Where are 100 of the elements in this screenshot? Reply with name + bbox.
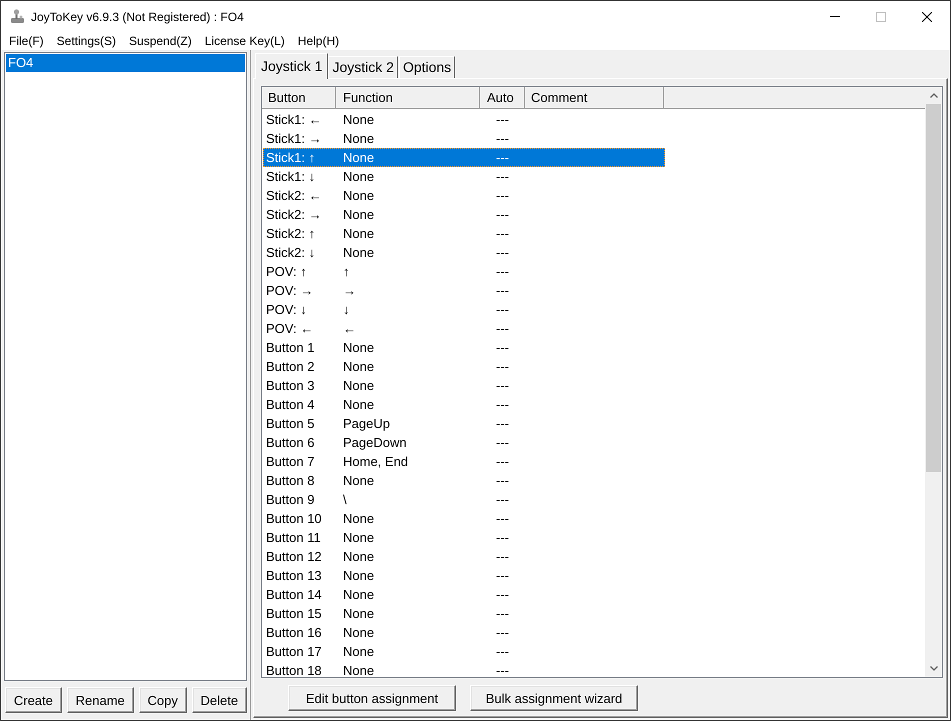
table-row[interactable]: Button 1 None ---: [263, 338, 665, 357]
table-row[interactable]: POV: ↓ ↓ ---: [263, 300, 665, 319]
table-cell-text: None: [342, 206, 376, 224]
scrollbar-thumb[interactable]: [926, 104, 941, 472]
table-cell-text: Stick1: ↓: [265, 168, 316, 186]
table-cell-text: Button 16: [265, 624, 323, 642]
tab[interactable]: Options: [398, 56, 456, 78]
table-cell-text: ↓: [342, 301, 350, 319]
table-row[interactable]: Button 12 None ---: [263, 547, 665, 566]
push-button[interactable]: Edit button assignment: [288, 685, 456, 711]
table-row[interactable]: Button 16 None ---: [263, 623, 665, 642]
table-cell-text: Button 18: [265, 662, 323, 677]
table-cell-text: POV: ↓: [265, 301, 308, 319]
table-cell-text: None: [342, 662, 376, 677]
table-row[interactable]: Stick2: → None ---: [263, 205, 665, 224]
tab[interactable]: Joystick 2: [328, 56, 398, 78]
scrollbar[interactable]: [925, 87, 942, 677]
table-cell-text: ---: [495, 643, 510, 661]
table-cell-text: None: [342, 339, 376, 357]
chevron-down-icon[interactable]: [930, 666, 938, 671]
table-cell-text: Button 13: [265, 567, 323, 585]
push-button[interactable]: Rename: [66, 687, 134, 713]
joystick-icon: [10, 9, 25, 24]
window-title: JoyToKey v6.9.3 (Not Registered) : FO4: [31, 8, 244, 26]
table-cell-text: ---: [495, 415, 510, 433]
table-row[interactable]: Button 15 None ---: [263, 604, 665, 623]
table-row[interactable]: Button 14 None ---: [263, 585, 665, 604]
table-row[interactable]: Button 18 None ---: [263, 661, 665, 677]
table-row[interactable]: Stick1: ← None ---: [263, 110, 665, 129]
table-cell-text: ---: [495, 206, 510, 224]
table-cell-text: None: [342, 586, 376, 604]
table-row[interactable]: POV: ↑ ↑ ---: [263, 262, 665, 281]
push-button[interactable]: Create: [5, 687, 62, 713]
table-cell-text: Button 9: [265, 491, 316, 509]
table-cell-text: POV: →: [265, 282, 314, 300]
table-cell-text: ---: [495, 244, 510, 262]
table-cell-text: None: [342, 567, 376, 585]
menu-item[interactable]: Suspend(Z): [126, 32, 195, 50]
maximize-icon[interactable]: [876, 12, 886, 22]
table-row[interactable]: Button 3 None ---: [263, 376, 665, 395]
table-cell-text: None: [342, 225, 376, 243]
table-row[interactable]: Button 17 None ---: [263, 642, 665, 661]
table-cell-text: Stick1: →: [265, 130, 323, 148]
close-icon[interactable]: [922, 12, 932, 22]
table-cell-text: Button 10: [265, 510, 323, 528]
push-button[interactable]: Delete: [192, 687, 247, 713]
table-row[interactable]: Stick2: ↑ None ---: [263, 224, 665, 243]
table-cell-text: Button 2: [265, 358, 316, 376]
push-button[interactable]: Copy: [138, 687, 187, 713]
column-header[interactable]: Comment: [525, 87, 664, 108]
table-row[interactable]: Button 9 \ ---: [263, 490, 665, 509]
table-row[interactable]: POV: ← ← ---: [263, 319, 665, 338]
table-cell-text: ---: [495, 282, 510, 300]
table-row[interactable]: Button 8 None ---: [263, 471, 665, 490]
table-row[interactable]: Button 11 None ---: [263, 528, 665, 547]
table-cell-text: ---: [495, 358, 510, 376]
menu-item[interactable]: File(F): [6, 32, 47, 50]
table-cell-text: Stick2: ←: [265, 187, 323, 205]
table-row[interactable]: Stick1: ↓ None ---: [263, 167, 665, 186]
table-cell-text: ---: [495, 567, 510, 585]
table-row[interactable]: Button 10 None ---: [263, 509, 665, 528]
table-cell-text: PageDown: [342, 434, 408, 452]
table-cell-text: ---: [495, 225, 510, 243]
table-cell-text: Button 4: [265, 396, 316, 414]
table-row[interactable]: Stick2: ← None ---: [263, 186, 665, 205]
table-cell-text: →: [342, 282, 357, 300]
table-row[interactable]: Stick1: → None ---: [263, 129, 665, 148]
table-row[interactable]: Button 5 PageUp ---: [263, 414, 665, 433]
table-row[interactable]: Button 4 None ---: [263, 395, 665, 414]
minimize-icon[interactable]: [830, 16, 840, 17]
table-row[interactable]: Button 2 None ---: [263, 357, 665, 376]
table-cell-text: Button 6: [265, 434, 316, 452]
table-cell-text: None: [342, 149, 376, 167]
column-header[interactable]: Auto: [480, 87, 525, 108]
table-cell-text: ---: [495, 434, 510, 452]
table-cell-text: ---: [495, 624, 510, 642]
menu-item[interactable]: License Key(L): [202, 32, 288, 50]
table-cell-text: None: [342, 187, 376, 205]
tab[interactable]: Joystick 1: [255, 53, 328, 79]
menu-item[interactable]: Help(H): [294, 32, 342, 50]
column-header[interactable]: Function: [336, 87, 480, 108]
table-cell-text: None: [342, 643, 376, 661]
table-cell-text: Stick1: ↑: [265, 149, 316, 167]
table-row[interactable]: Stick2: ↓ None ---: [263, 243, 665, 262]
table-cell-text: ---: [495, 320, 510, 338]
table-row[interactable]: Button 6 PageDown ---: [263, 433, 665, 452]
table-cell-text: Button 1: [265, 339, 316, 357]
table-row[interactable]: POV: → → ---: [263, 281, 665, 300]
table-row[interactable]: Button 13 None ---: [263, 566, 665, 585]
menu-item[interactable]: Settings(S): [54, 32, 120, 50]
table-row[interactable]: Stick1: ↑ None ---: [263, 148, 665, 167]
table-cell-text: None: [342, 396, 376, 414]
table-cell-text: ---: [495, 529, 510, 547]
table-cell-text: ---: [495, 396, 510, 414]
chevron-up-icon[interactable]: [930, 93, 938, 98]
column-header[interactable]: Button: [262, 87, 336, 108]
table-cell-text: ---: [495, 187, 510, 205]
profile-item[interactable]: FO4: [6, 54, 245, 72]
table-row[interactable]: Button 7 Home, End ---: [263, 452, 665, 471]
push-button[interactable]: Bulk assignment wizard: [470, 685, 638, 711]
